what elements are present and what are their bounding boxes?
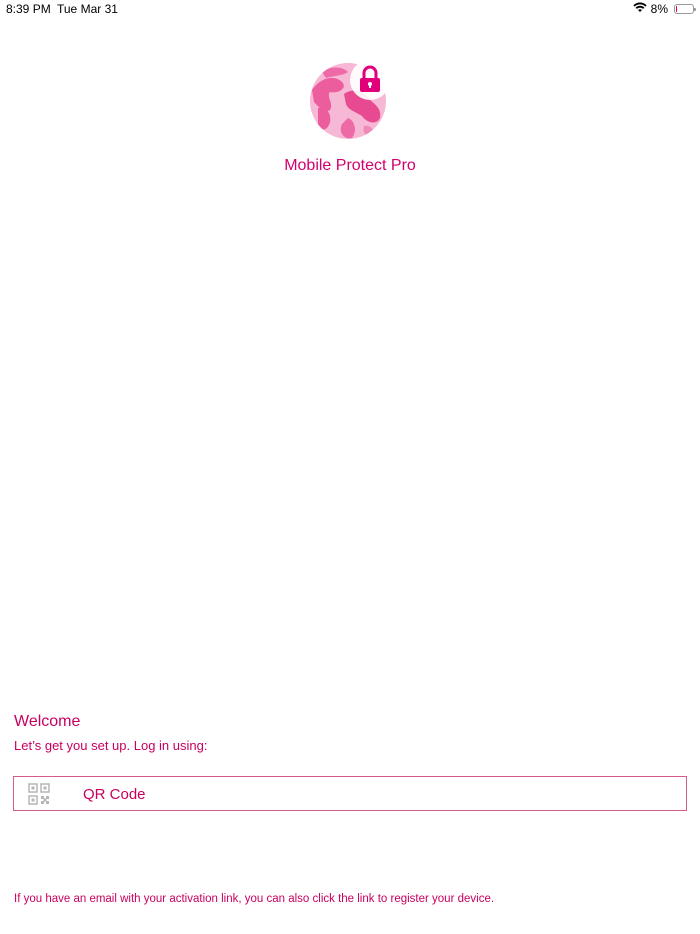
status-indicators: 8%	[632, 2, 696, 16]
status-date: Tue Mar 31	[57, 2, 118, 16]
qr-code-icon	[28, 783, 50, 805]
wifi-icon	[632, 2, 647, 16]
status-bar: 8:39 PM Tue Mar 31 8%	[0, 0, 700, 18]
welcome-subtitle: Let’s get you set up. Log in using:	[14, 738, 208, 753]
qr-code-login-button[interactable]: QR Code	[13, 776, 687, 811]
app-name: Mobile Protect Pro	[284, 157, 416, 174]
qr-code-label: QR Code	[83, 786, 146, 803]
status-time: 8:39 PM	[6, 2, 51, 16]
setup-screen: 8:39 PM Tue Mar 31 8% Mobile Protect Pro…	[0, 0, 700, 934]
globe-lock-icon	[308, 60, 392, 140]
activation-link-note: If you have an email with your activatio…	[14, 893, 495, 905]
welcome-title: Welcome	[14, 713, 81, 730]
battery-percent: 8%	[650, 2, 668, 16]
battery-level	[676, 6, 677, 12]
battery-icon	[674, 4, 696, 14]
